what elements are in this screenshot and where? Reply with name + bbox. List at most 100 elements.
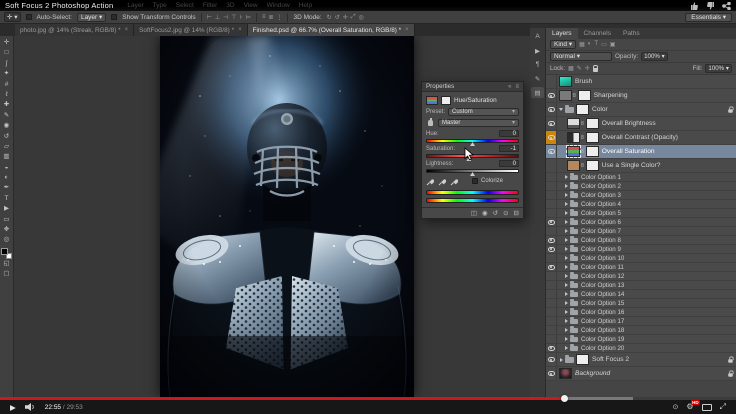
layer-visibility-cell[interactable] <box>546 209 557 217</box>
layer-thumbnail[interactable] <box>567 146 580 157</box>
eyedropper-plus-icon[interactable] <box>438 177 446 186</box>
eyedropper-tool[interactable]: ℓ <box>1 90 13 100</box>
layer-mask-thumbnail[interactable] <box>576 354 589 365</box>
collapse-arrow-icon[interactable] <box>565 202 568 206</box>
layer-visibility-cell[interactable] <box>546 117 557 130</box>
layer-mask-thumbnail[interactable] <box>586 118 599 129</box>
mode-icon-4[interactable]: ⤢ <box>351 14 356 21</box>
lock-icon-2[interactable]: ✎ <box>577 65 582 72</box>
layer-row-color-option-19[interactable]: Color Option 19 <box>546 335 736 344</box>
layer-row-color[interactable]: Color <box>546 103 736 117</box>
layer-mask-thumbnail[interactable] <box>578 90 591 101</box>
slider-value[interactable]: -1 <box>499 145 519 152</box>
healing-brush-tool[interactable]: ✚ <box>1 100 13 110</box>
slider-track-hue[interactable] <box>426 139 519 143</box>
align-icon-2[interactable]: ⊥ <box>215 14 220 21</box>
distribute-icon-2[interactable]: ≣ <box>268 14 273 21</box>
fullscreen-icon[interactable]: ⤢ <box>720 402 726 412</box>
targeted-adjust-icon[interactable] <box>426 119 435 127</box>
quick-mask-icon[interactable]: ◱ <box>1 259 13 269</box>
hand-tool[interactable]: ✥ <box>1 225 13 235</box>
slider-track-saturation[interactable] <box>426 154 519 158</box>
layer-visibility-cell[interactable] <box>546 182 557 190</box>
align-icon-5[interactable]: ⊦ <box>240 14 243 21</box>
align-icon-1[interactable]: ⊢ <box>207 14 212 21</box>
layer-thumbnail[interactable] <box>559 368 572 379</box>
eye-icon[interactable] <box>548 265 555 270</box>
panel-menu-icon[interactable]: ≡ <box>515 84 519 90</box>
path-select-tool[interactable]: ▶ <box>1 204 13 214</box>
lock-all-icon[interactable] <box>593 68 598 72</box>
menu-filter[interactable]: Filter <box>203 2 217 9</box>
delete-icon[interactable]: ⊟ <box>514 209 519 217</box>
channel-dropdown[interactable]: Master▾ <box>438 119 519 127</box>
slider-thumb[interactable] <box>470 172 475 176</box>
share-icon[interactable] <box>722 2 731 10</box>
document-tab-photo-jpg[interactable]: photo.jpg @ 14% (Streak, RGB/8) *× <box>15 24 134 36</box>
layer-visibility-cell[interactable] <box>546 335 557 343</box>
collapse-arrow-icon[interactable] <box>565 265 568 269</box>
layer-thumbnail[interactable] <box>567 132 580 143</box>
dodge-tool[interactable]: ◐ <box>1 173 13 183</box>
align-icon-3[interactable]: ⊣ <box>223 14 228 21</box>
tab-close-icon[interactable]: × <box>125 27 129 33</box>
layer-visibility-cell[interactable] <box>546 103 557 116</box>
quick-selection-tool[interactable]: ✦ <box>1 69 13 79</box>
filter-icon-2[interactable]: ◐ <box>588 41 592 48</box>
layer-row-color-option-4[interactable]: Color Option 4 <box>546 200 736 209</box>
type-tool[interactable]: T <box>1 194 13 204</box>
expand-arrow-icon[interactable] <box>559 108 563 111</box>
character-panel-icon[interactable]: A <box>531 31 544 42</box>
collapse-arrow-icon[interactable] <box>565 337 568 341</box>
settings-gear-icon[interactable]: ⚙HD <box>686 403 693 411</box>
filter-icon-1[interactable]: ▦ <box>579 41 585 48</box>
layer-row-color-option-3[interactable]: Color Option 3 <box>546 191 736 200</box>
layer-visibility-cell[interactable] <box>546 145 557 158</box>
align-icon-4[interactable]: ⊤ <box>231 14 236 21</box>
mode-icon-5[interactable]: ◎ <box>359 14 364 21</box>
properties-panel-icon[interactable]: ▤ <box>531 87 544 98</box>
layer-mask-thumbnail[interactable] <box>586 132 599 143</box>
slider-value[interactable]: 0 <box>499 130 519 137</box>
menu-select[interactable]: Select <box>176 2 194 9</box>
panel-tab-layers[interactable]: Layers <box>546 28 578 39</box>
spectrum-bar-bottom[interactable] <box>426 198 519 203</box>
collapse-arrow-icon[interactable] <box>565 292 568 296</box>
zoom-tool[interactable]: ◎ <box>1 235 13 245</box>
history-brush-tool[interactable]: ↺ <box>1 132 13 142</box>
collapse-arrow-icon[interactable] <box>565 283 568 287</box>
layer-visibility-cell[interactable] <box>546 227 557 235</box>
layer-thumbnail[interactable] <box>567 118 580 129</box>
layer-mask-thumbnail[interactable] <box>576 104 589 115</box>
tab-close-icon[interactable]: × <box>238 27 242 33</box>
marquee-tool[interactable]: □ <box>1 48 13 58</box>
clip-to-layer-icon[interactable]: ◫ <box>471 209 477 217</box>
active-tool-icon[interactable]: ✛ ▾ <box>4 12 21 22</box>
collapse-arrow-icon[interactable] <box>565 274 568 278</box>
mode-icon-3[interactable]: ✛ <box>343 14 348 21</box>
layer-row-overall-brightness[interactable]: 8Overall Brightness <box>546 117 736 131</box>
layer-visibility-cell[interactable] <box>546 344 557 352</box>
opacity-value[interactable]: 100% ▾ <box>641 52 668 61</box>
distribute-icon-3[interactable]: ⋮ <box>276 14 282 21</box>
menu-window[interactable]: Window <box>267 2 290 9</box>
layer-visibility-cell[interactable] <box>546 326 557 334</box>
collapse-arrow-icon[interactable] <box>565 175 568 179</box>
layer-row-color-option-17[interactable]: Color Option 17 <box>546 317 736 326</box>
collapse-arrow-icon[interactable] <box>565 193 568 197</box>
document-canvas[interactable] <box>160 36 414 397</box>
eraser-tool[interactable]: ▱ <box>1 142 13 152</box>
panel-tab-paths[interactable]: Paths <box>617 28 646 39</box>
filter-icon-4[interactable]: ▭ <box>601 41 607 48</box>
eyedropper-icon[interactable] <box>426 177 434 186</box>
brush-tool[interactable]: ✎ <box>1 111 13 121</box>
layer-row-background[interactable]: Background <box>546 367 736 381</box>
pen-tool[interactable]: ✒ <box>1 183 13 193</box>
shape-tool[interactable]: ▭ <box>1 215 13 225</box>
mode-icon-1[interactable]: ↻ <box>327 14 332 21</box>
layer-row-color-option-7[interactable]: Color Option 7 <box>546 227 736 236</box>
layer-visibility-cell[interactable] <box>546 367 557 380</box>
collapse-arrow-icon[interactable] <box>565 301 568 305</box>
clone-stamp-tool[interactable]: ◉ <box>1 121 13 131</box>
volume-icon[interactable] <box>25 403 36 411</box>
